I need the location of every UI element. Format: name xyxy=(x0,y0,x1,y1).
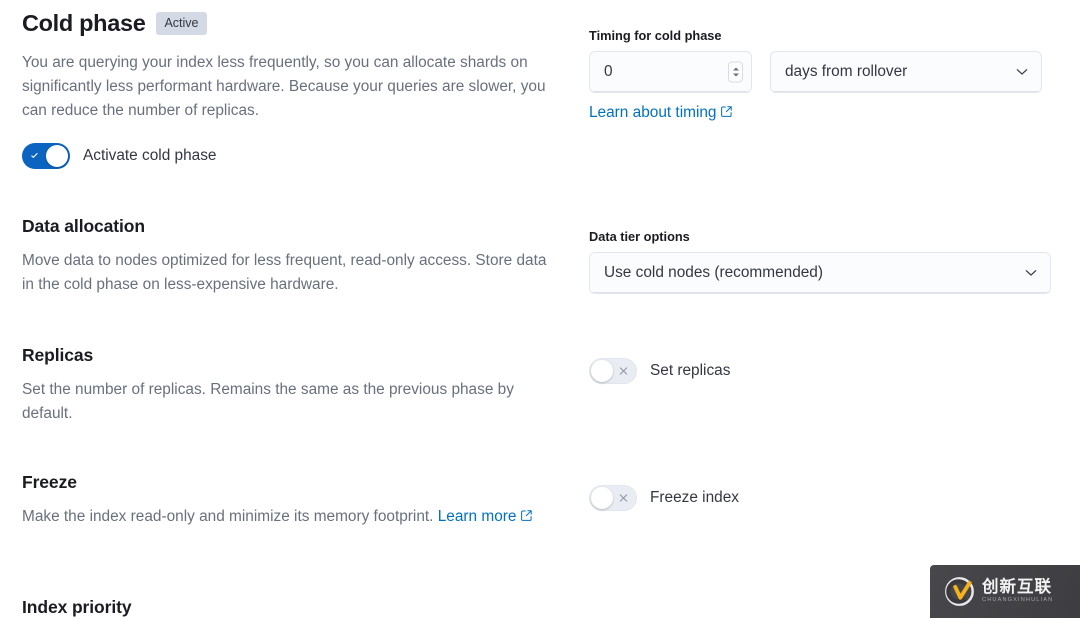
timing-value-wrapper xyxy=(589,51,752,93)
external-link-icon xyxy=(520,509,533,522)
activate-cold-phase-label: Activate cold phase xyxy=(83,144,216,168)
index-priority-left-column: Index priority xyxy=(22,595,567,619)
watermark-chinese: 创新互联 xyxy=(982,579,1053,596)
freeze-index-label: Freeze index xyxy=(650,486,739,510)
data-tier-select-wrapper[interactable]: Use cold nodes (recommended) xyxy=(589,252,1051,294)
replicas-description: Set the number of replicas. Remains the … xyxy=(22,378,547,426)
phase-title-row: Cold phase Active xyxy=(22,7,547,39)
freeze-learn-more-link[interactable]: Learn more xyxy=(438,508,517,525)
switch-knob xyxy=(46,145,68,167)
cross-icon xyxy=(617,365,630,378)
data-allocation-description: Move data to nodes optimized for less fr… xyxy=(22,249,547,297)
watermark: 创新互联 CHUANGXINHULIAN xyxy=(930,565,1080,618)
activate-cold-phase-toggle-row[interactable]: Activate cold phase xyxy=(22,143,547,169)
switch-knob xyxy=(591,487,613,509)
timing-column: Timing for cold phase days from rollover xyxy=(567,7,1056,125)
freeze-index-toggle-row[interactable]: Freeze index xyxy=(589,485,1056,511)
replicas-title: Replicas xyxy=(22,343,547,367)
freeze-index-switch[interactable] xyxy=(589,485,637,511)
stepper-down-arrow[interactable] xyxy=(733,74,739,77)
timing-label: Timing for cold phase xyxy=(589,27,1056,45)
freeze-section: Freeze Make the index read-only and mini… xyxy=(0,470,1080,529)
cold-phase-panel: Cold phase Active You are querying your … xyxy=(0,0,1080,618)
timing-unit-select-wrapper[interactable]: days from rollover xyxy=(770,51,1042,93)
cross-icon xyxy=(617,492,630,505)
replicas-left-column: Replicas Set the number of replicas. Rem… xyxy=(22,343,567,426)
switch-knob xyxy=(591,360,613,382)
stepper-up-arrow[interactable] xyxy=(733,68,739,71)
watermark-logo-icon xyxy=(944,576,975,607)
page-title: Cold phase xyxy=(22,7,145,39)
status-badge: Active xyxy=(156,12,206,35)
freeze-title: Freeze xyxy=(22,470,547,494)
cold-phase-header-section: Cold phase Active You are querying your … xyxy=(0,7,1080,169)
data-tier-column: Data tier options Use cold nodes (recomm… xyxy=(567,214,1056,294)
freeze-left-column: Freeze Make the index read-only and mini… xyxy=(22,470,567,529)
data-tier-select[interactable]: Use cold nodes (recommended) xyxy=(589,252,1051,294)
activate-cold-phase-switch[interactable] xyxy=(22,143,70,169)
timing-learn-link-row: Learn about timing xyxy=(589,101,1056,125)
data-allocation-section: Data allocation Move data to nodes optim… xyxy=(0,214,1080,297)
number-stepper-icon[interactable] xyxy=(728,62,743,83)
phase-description: You are querying your index less frequen… xyxy=(22,51,547,123)
replicas-control-column: Set replicas xyxy=(567,343,1056,384)
replicas-section: Replicas Set the number of replicas. Rem… xyxy=(0,343,1080,426)
set-replicas-switch[interactable] xyxy=(589,358,637,384)
data-allocation-title: Data allocation xyxy=(22,214,547,238)
freeze-control-column: Freeze index xyxy=(567,470,1056,511)
timing-unit-select[interactable]: days from rollover xyxy=(770,51,1042,93)
data-allocation-left-column: Data allocation Move data to nodes optim… xyxy=(22,214,567,297)
timing-field-row: days from rollover xyxy=(589,51,1056,93)
set-replicas-label: Set replicas xyxy=(650,359,730,383)
watermark-text: 创新互联 CHUANGXINHULIAN xyxy=(982,579,1053,604)
freeze-learn-more-text: Learn more xyxy=(438,508,517,525)
header-left-column: Cold phase Active You are querying your … xyxy=(22,7,567,169)
learn-about-timing-link[interactable]: Learn about timing xyxy=(589,104,716,121)
freeze-description: Make the index read-only and minimize it… xyxy=(22,505,547,529)
check-icon xyxy=(28,150,41,163)
data-tier-label: Data tier options xyxy=(589,228,1056,246)
set-replicas-toggle-row[interactable]: Set replicas xyxy=(589,358,1056,384)
watermark-pinyin: CHUANGXINHULIAN xyxy=(982,598,1053,604)
index-priority-section: Index priority xyxy=(0,595,1080,619)
freeze-description-text: Make the index read-only and minimize it… xyxy=(22,508,433,525)
index-priority-title: Index priority xyxy=(22,595,547,619)
learn-about-timing-text: Learn about timing xyxy=(589,104,716,121)
external-link-icon xyxy=(720,105,733,118)
